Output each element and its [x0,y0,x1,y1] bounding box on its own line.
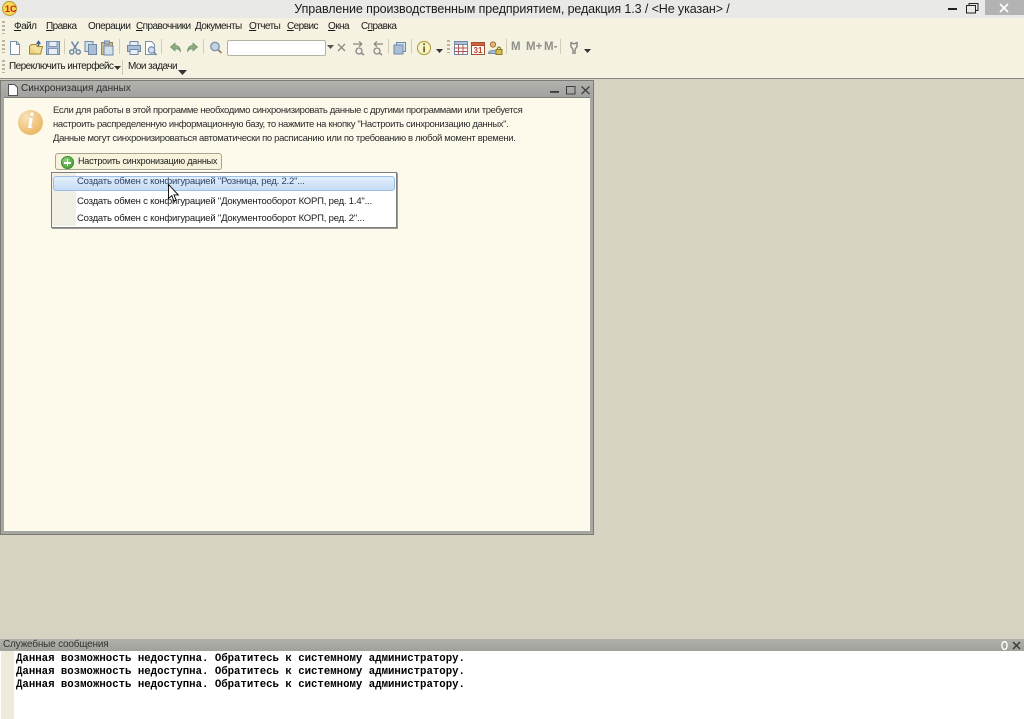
svg-text:31: 31 [474,46,483,55]
svg-text:1С: 1С [5,4,17,14]
